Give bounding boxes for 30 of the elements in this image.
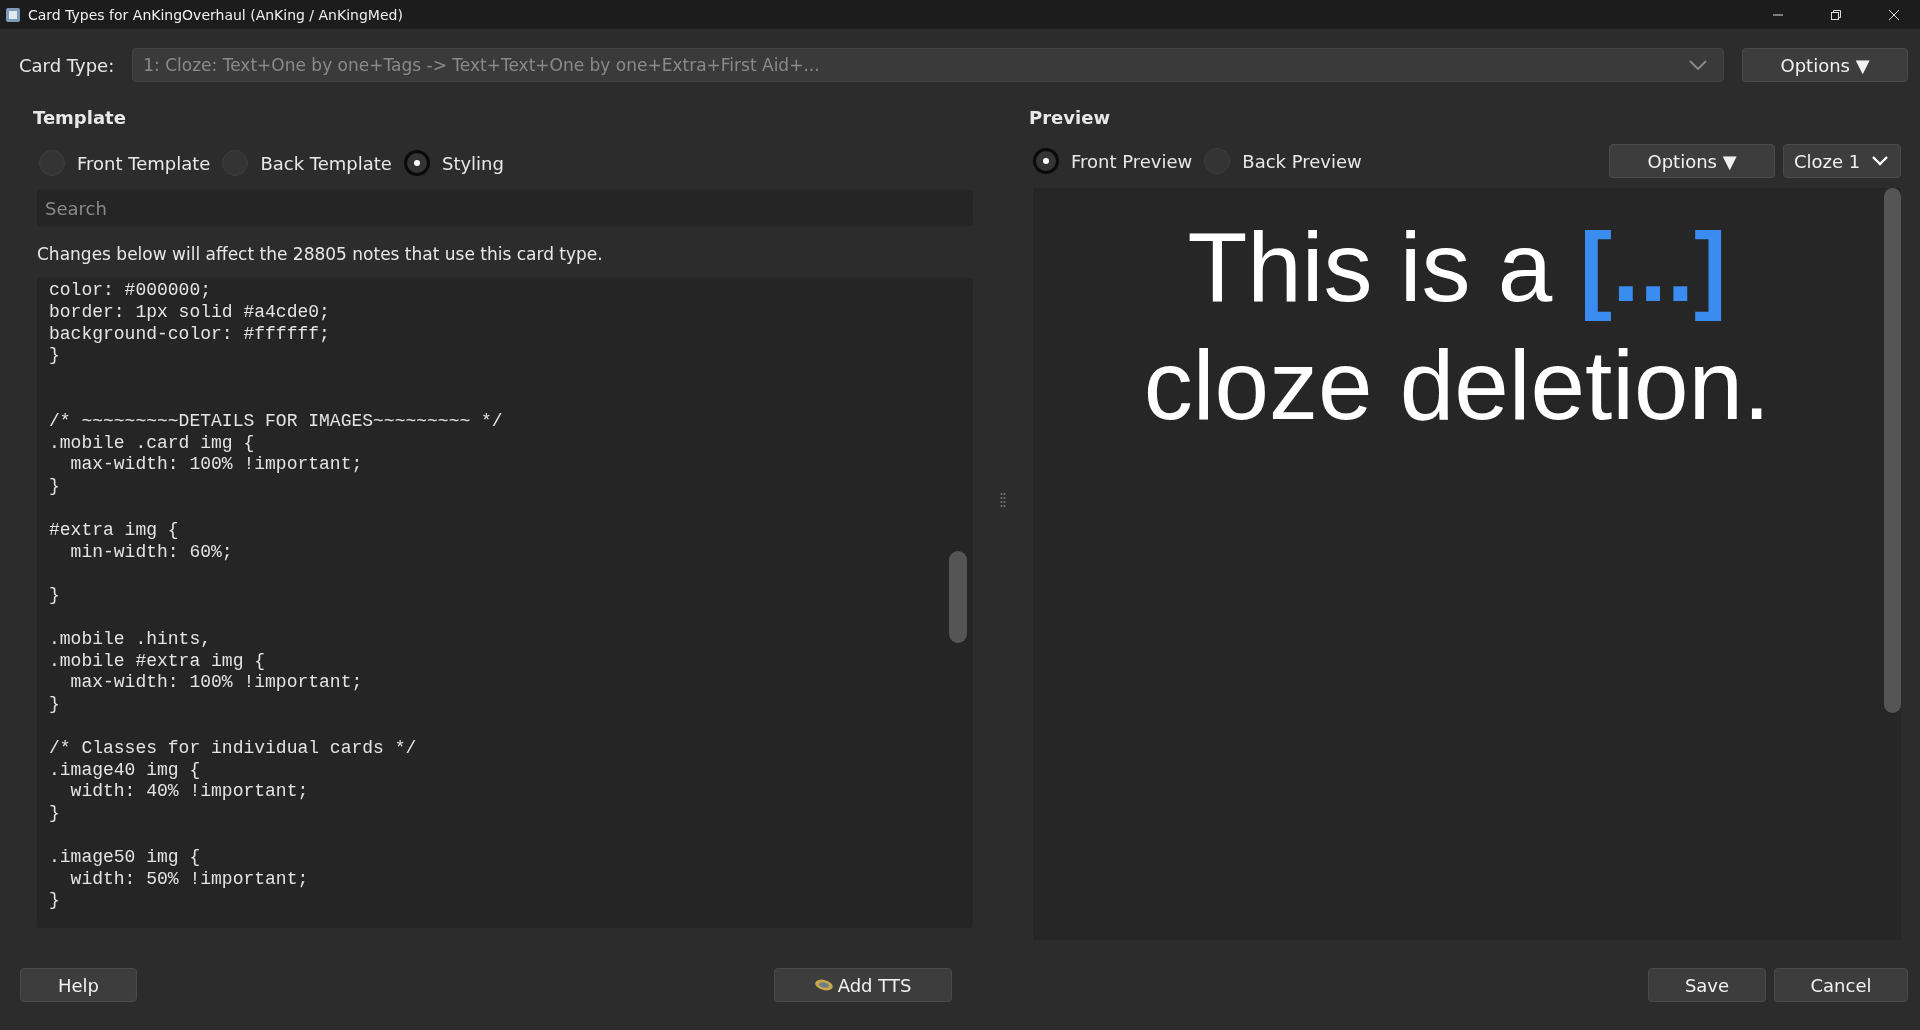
card-select-dropdown[interactable]: Cloze 1 xyxy=(1783,144,1901,178)
chevron-icon xyxy=(1689,60,1707,70)
template-radio[interactable]: Back Template xyxy=(222,150,392,176)
close-icon[interactable] xyxy=(1888,8,1900,21)
scrollbar-thumb[interactable] xyxy=(1884,188,1901,713)
restore-icon[interactable] xyxy=(1830,8,1842,21)
template-radio[interactable]: Styling xyxy=(403,150,504,176)
add-tts-button[interactable]: Add TTS xyxy=(773,968,952,1002)
notice-text: Changes below will affect the 28805 notes that use this card type. xyxy=(37,244,604,264)
save-button[interactable]: Save xyxy=(1648,968,1766,1002)
code-editor[interactable] xyxy=(37,278,973,928)
preview-radio[interactable]: Front Preview xyxy=(1033,148,1193,174)
options-button[interactable]: Options ▼ xyxy=(1609,144,1775,178)
splitter-handle-icon[interactable] xyxy=(1000,491,1006,510)
code-text: color: #000000; border: 1px solid #a4cde0; background-color: #ffffff; } /* ~~~~~~~~~DETAILS FOR IMAGES~~~~~~~~~ */ .mobile .card img { max-width: 100% !important; } #extra img { min-width: 60%; } .mobile .hints, .mobile #extra img { max-width: 100% !important; } /* Classes for individual cards */ .image40 img { width: 40% !important; } .image50 img { width: 50% !important; } xyxy=(48,279,503,913)
template-radio[interactable]: Front Template xyxy=(39,150,211,176)
scrollbar-thumb[interactable] xyxy=(949,551,967,643)
search-field[interactable]: Search xyxy=(37,190,973,226)
section-heading: Preview xyxy=(1029,107,1112,128)
options-button[interactable]: Options ▼ xyxy=(1742,48,1908,82)
chevron-icon xyxy=(1872,156,1888,166)
app-icon xyxy=(5,6,21,23)
card-text-line: This is a [...] xyxy=(1186,211,1728,324)
window-title: Card Types for AnKingOverhaul (AnKing / AnKingMed) xyxy=(28,6,403,23)
cancel-button[interactable]: Cancel xyxy=(1774,968,1908,1002)
section-heading: Template xyxy=(33,107,127,128)
card-text-line: cloze deletion. xyxy=(1142,329,1772,442)
preview-radio[interactable]: Back Preview xyxy=(1204,148,1362,174)
help-button[interactable]: Help xyxy=(20,968,137,1002)
card-type-label: Card Type: xyxy=(19,54,115,76)
